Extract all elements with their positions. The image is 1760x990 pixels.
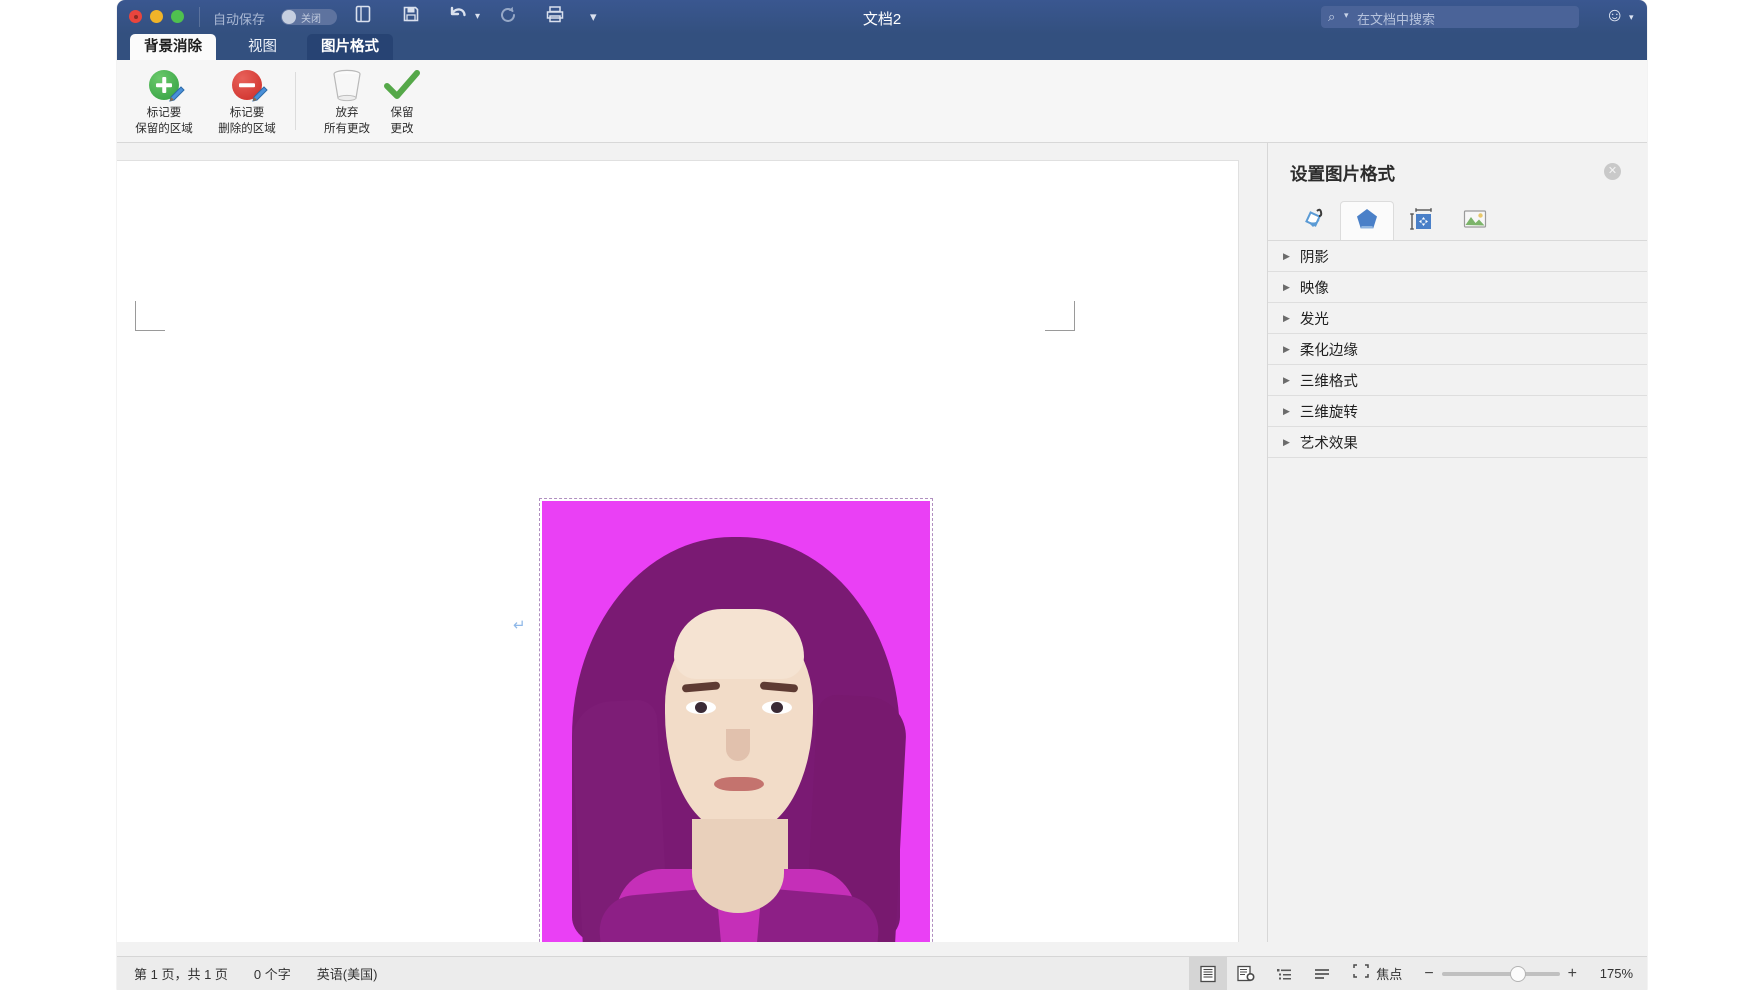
picture-tab[interactable] (1448, 201, 1502, 241)
zoom-out-button[interactable]: − (1416, 965, 1441, 983)
focus-mode-icon (1351, 962, 1371, 985)
smiley-face-icon[interactable]: ☺ (1605, 5, 1624, 27)
ribbon: 标记要 保留的区域 标记要 删除的区域 放弃 所有更改 保留 更改 (117, 60, 1647, 143)
mouth-shape (714, 777, 764, 791)
ribbon-group-divider (295, 72, 296, 130)
zoom-slider[interactable] (1441, 965, 1560, 982)
search-scope-caret[interactable]: ▾ (1344, 10, 1349, 21)
size-properties-icon (1408, 206, 1434, 237)
keep-label-1: 保留 (390, 107, 414, 119)
panel-section-label: 柔化边缘 (1299, 342, 1358, 359)
mark-remove-label-2: 删除的区域 (218, 123, 276, 135)
panel-section-label: 艺术效果 (1299, 435, 1358, 452)
mark-keep-label-2: 保留的区域 (135, 123, 193, 135)
panel-section-shadow[interactable]: ▶ 阴影 (1268, 241, 1647, 272)
tab-view[interactable]: 视图 (234, 34, 291, 60)
panel-section-artistic-effects[interactable]: ▶ 艺术效果 (1268, 427, 1647, 458)
ribbon-tab-strip: 背景消除 视图 图片格式 ◯ 请告诉我您想要做什么 ↗ 共享 ⌃ (117, 34, 1647, 89)
document-canvas[interactable]: ↵ (117, 143, 1267, 942)
document-page[interactable]: ↵ (117, 160, 1239, 942)
chevron-right-icon: ▶ (1283, 312, 1290, 323)
panel-section-glow[interactable]: ▶ 发光 (1268, 303, 1647, 334)
photo-content (542, 501, 930, 942)
tab-background-removal[interactable]: 背景消除 (130, 34, 216, 60)
forehead-shape (674, 609, 804, 679)
word-count[interactable]: 0 个字 (254, 964, 291, 983)
status-bar: 第 1 页，共 1 页 0 个字 英语(美国) 焦点 − + 175% (117, 942, 1647, 990)
panel-section-3d-rotation[interactable]: ▶ 三维旋转 (1268, 396, 1647, 427)
margin-mark-top-left (135, 301, 165, 331)
layout-properties-tab[interactable] (1394, 201, 1448, 241)
panel-section-label: 发光 (1299, 311, 1329, 328)
word-window: 自动保存 关闭 ▾ ▾ 文档2 ⌕ ▾ 在文档中搜索 ☺ ▾ 背景消除 视图 图… (117, 0, 1647, 990)
draft-view-button[interactable] (1303, 957, 1341, 990)
chevron-right-icon: ▶ (1283, 374, 1290, 385)
web-layout-view-button[interactable] (1227, 957, 1265, 990)
panel-sections: ▶ 阴影 ▶ 映像 ▶ 发光 ▶ 柔化边缘 ▶ 三维格式 ▶ 三维旋转 ▶ 艺术… (1268, 241, 1647, 458)
effects-tab[interactable] (1340, 201, 1394, 241)
picture-icon (1462, 206, 1488, 237)
mark-remove-label-1: 标记要 (229, 107, 265, 119)
chevron-right-icon: ▶ (1283, 281, 1290, 292)
screen: 自动保存 关闭 ▾ ▾ 文档2 ⌕ ▾ 在文档中搜索 ☺ ▾ 背景消除 视图 图… (0, 0, 1760, 990)
panel-tab-bar (1286, 201, 1502, 241)
mark-areas-to-keep-icon (124, 66, 204, 104)
search-icon: ⌕ (1328, 9, 1336, 24)
title-bar: 自动保存 关闭 ▾ ▾ 文档2 ⌕ ▾ 在文档中搜索 ☺ ▾ (117, 0, 1647, 34)
zoom-in-button[interactable]: + (1560, 965, 1585, 983)
status-bar-right: 焦点 − + 175% (1189, 957, 1633, 990)
pentagon-shape-icon (1354, 206, 1380, 237)
panel-section-reflection[interactable]: ▶ 映像 (1268, 272, 1647, 303)
chevron-right-icon: ▶ (1283, 343, 1290, 354)
panel-section-soft-edges[interactable]: ▶ 柔化边缘 (1268, 334, 1647, 365)
panel-section-label: 映像 (1299, 280, 1329, 297)
mark-areas-to-remove-icon (207, 66, 287, 104)
account-caret-icon[interactable]: ▾ (1629, 12, 1634, 23)
mark-areas-to-keep-button[interactable]: 标记要 保留的区域 (124, 66, 204, 136)
panel-section-label: 阴影 (1299, 249, 1329, 266)
search-placeholder: 在文档中搜索 (1357, 12, 1436, 27)
id-portrait-photo[interactable] (539, 498, 933, 942)
eye-left (686, 701, 716, 714)
chevron-right-icon: ▶ (1283, 436, 1290, 447)
focus-mode-button[interactable]: 焦点 (1351, 962, 1402, 985)
keep-changes-button[interactable]: 保留 更改 (362, 66, 442, 136)
close-icon[interactable]: ✕ (1604, 163, 1621, 180)
margin-mark-top-right (1045, 301, 1075, 331)
mark-areas-to-remove-button[interactable]: 标记要 删除的区域 (207, 66, 287, 136)
tab-picture-format[interactable]: 图片格式 (307, 34, 393, 60)
keep-label-2: 更改 (390, 123, 414, 135)
panel-section-3d-format[interactable]: ▶ 三维格式 (1268, 365, 1647, 396)
zoom-level-label[interactable]: 175% (1585, 966, 1633, 981)
print-layout-view-button[interactable] (1189, 957, 1228, 990)
fill-and-line-tab[interactable] (1286, 201, 1340, 241)
panel-section-label: 三维格式 (1299, 373, 1358, 390)
paint-bucket-icon (1300, 206, 1326, 237)
paragraph-mark: ↵ (513, 617, 526, 634)
eye-right (762, 701, 792, 714)
format-picture-panel: 设置图片格式 ✕ ▶ 阴影 ▶ 映像 ▶ 发光 ▶ 柔化边缘 ▶ 三维格式 ▶ … (1267, 143, 1647, 942)
focus-mode-label: 焦点 (1376, 967, 1403, 982)
chevron-right-icon: ▶ (1283, 405, 1290, 416)
nose-shape (726, 729, 750, 761)
search-input[interactable]: ⌕ ▾ 在文档中搜索 (1321, 6, 1579, 28)
chevron-right-icon: ▶ (1283, 250, 1290, 261)
keep-changes-icon (362, 66, 442, 104)
panel-section-label: 三维旋转 (1299, 404, 1358, 421)
panel-title: 设置图片格式 (1290, 164, 1395, 184)
page-info[interactable]: 第 1 页，共 1 页 (134, 964, 228, 983)
zoom-slider-knob[interactable] (1509, 965, 1526, 982)
mark-keep-label-1: 标记要 (146, 107, 182, 119)
language-indicator[interactable]: 英语(美国) (317, 964, 378, 983)
outline-view-button[interactable] (1265, 957, 1303, 990)
